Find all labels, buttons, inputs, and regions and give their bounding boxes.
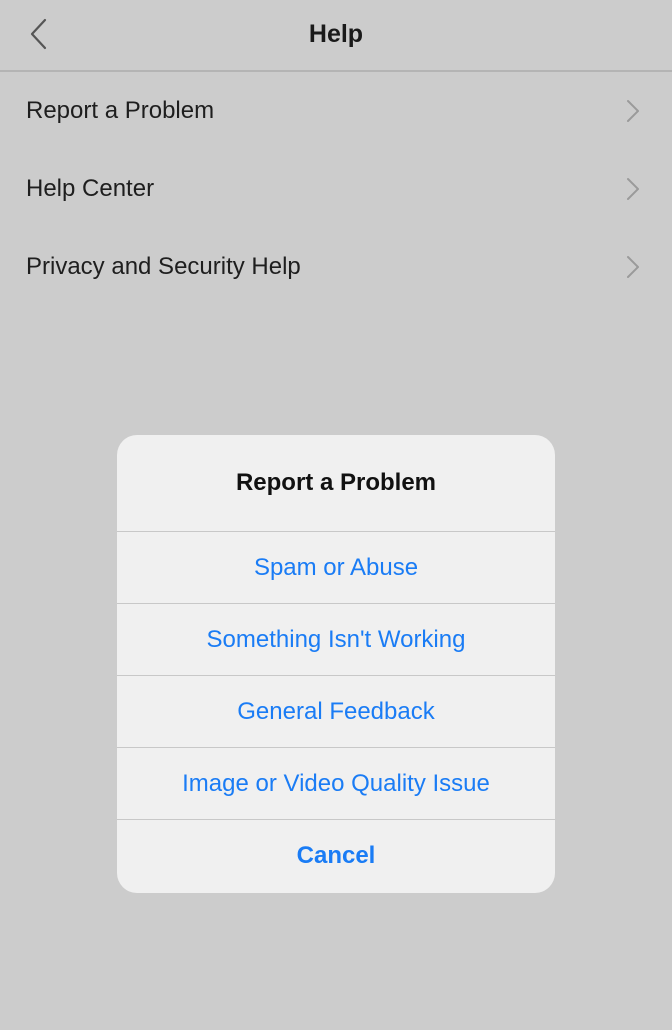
something-isnt-working-button[interactable]: Something Isn't Working xyxy=(117,604,555,676)
general-feedback-button[interactable]: General Feedback xyxy=(117,676,555,748)
menu-item-help-center[interactable]: Help Center xyxy=(0,150,672,228)
dialog-title: Report a Problem xyxy=(117,435,555,532)
navigation-bar: Help xyxy=(0,0,672,72)
help-menu-list: Report a Problem Help Center Privacy and… xyxy=(0,72,672,306)
help-screen: Help Report a Problem Help Center Privac… xyxy=(0,0,672,1030)
page-title: Help xyxy=(308,20,364,48)
menu-item-label: Help Center xyxy=(26,175,155,202)
menu-item-report-a-problem[interactable]: Report a Problem xyxy=(0,72,672,150)
menu-item-label: Privacy and Security Help xyxy=(26,253,301,280)
spam-or-abuse-button[interactable]: Spam or Abuse xyxy=(117,532,555,604)
cancel-button[interactable]: Cancel xyxy=(117,820,555,892)
chevron-right-icon xyxy=(627,100,639,122)
menu-item-label: Report a Problem xyxy=(26,97,215,124)
chevron-right-icon xyxy=(627,178,639,200)
chevron-right-icon xyxy=(627,256,639,278)
menu-item-privacy-and-security-help[interactable]: Privacy and Security Help xyxy=(0,228,672,306)
report-problem-dialog: Report a Problem Spam or Abuse Something… xyxy=(117,435,555,893)
image-or-video-quality-issue-button[interactable]: Image or Video Quality Issue xyxy=(117,748,555,820)
